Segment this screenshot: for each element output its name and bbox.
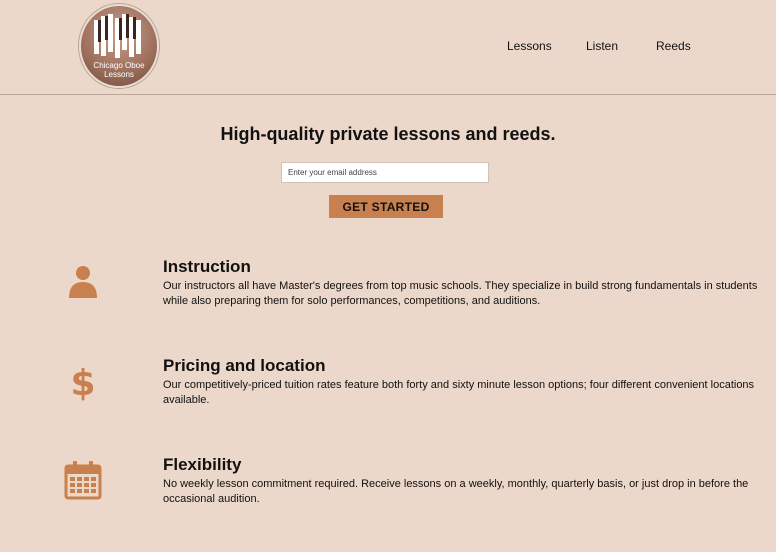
email-input[interactable] (281, 162, 489, 183)
logo-text-line2: Lessons (104, 70, 134, 79)
feature-title: Pricing and location (163, 356, 326, 375)
piano-keys-logo-icon (94, 14, 141, 58)
feature-title: Instruction (163, 257, 251, 276)
svg-text:$: $ (70, 363, 95, 401)
feature-text: Our competitively-priced tuition rates f… (163, 379, 755, 406)
get-started-button[interactable]: GET STARTED (329, 195, 443, 218)
feature-text: No weekly lesson commitment required. Re… (163, 478, 749, 505)
nav-link-lessons[interactable]: Lessons (507, 39, 552, 53)
nav-link-reeds[interactable]: Reeds (656, 39, 691, 53)
feature-text: Our instructors all have Master's degree… (163, 280, 758, 307)
site-header: Chicago Oboe Lessons Lessons Listen Reed… (0, 0, 776, 95)
hero-title: High-quality private lessons and reeds. (220, 124, 556, 144)
site-logo[interactable]: Chicago Oboe Lessons (79, 4, 159, 88)
feature-title: Flexibility (163, 455, 242, 474)
logo-text-line1: Chicago Oboe (93, 61, 145, 70)
person-icon (69, 266, 97, 298)
calendar-icon (64, 461, 102, 500)
dollar-icon: $ (70, 363, 95, 401)
nav-link-listen[interactable]: Listen (586, 39, 618, 53)
